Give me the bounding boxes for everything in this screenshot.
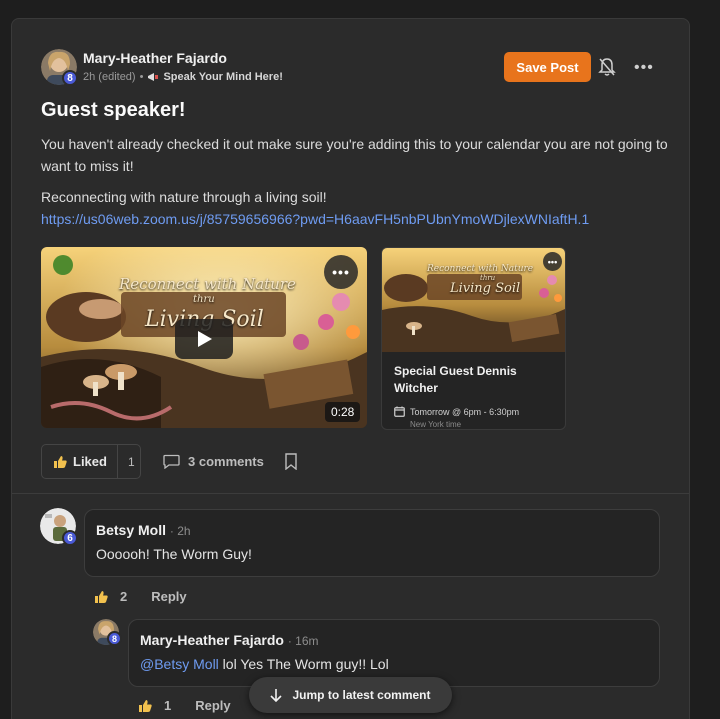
reply-text: @Betsy Moll lol Yes The Worm guy!! Lol: [140, 656, 389, 672]
play-button[interactable]: [175, 319, 233, 359]
reply-button[interactable]: Reply: [151, 589, 186, 604]
comment-author-row: Betsy Moll · 2h: [96, 522, 191, 538]
post-card: 8 Mary-Heather Fajardo 2h (edited) • Spe…: [11, 18, 690, 719]
comment-icon: [163, 454, 180, 469]
thumbs-up-icon: [54, 455, 67, 468]
author-level-badge: 8: [62, 70, 78, 86]
jump-label: Jump to latest comment: [292, 688, 431, 702]
mention-link[interactable]: @Betsy Moll: [140, 656, 219, 672]
comment-text: Oooooh! The Worm Guy!: [96, 546, 252, 562]
save-post-button[interactable]: Save Post: [504, 52, 591, 82]
comment-author[interactable]: Betsy Moll: [96, 522, 166, 538]
reply-author-row: Mary-Heather Fajardo · 16m: [140, 632, 319, 648]
video-thumb-title-line1: Reconnect with Nature: [119, 275, 296, 293]
post-author-name[interactable]: Mary-Heather Fajardo: [83, 50, 227, 66]
event-title[interactable]: Special Guest Dennis Witcher: [394, 363, 554, 397]
reply-time: · 16m: [287, 634, 319, 648]
post-more-options-icon[interactable]: •••: [634, 59, 654, 77]
comment-reactions: 2 Reply: [95, 589, 187, 604]
reply-like-count[interactable]: 1: [164, 698, 171, 713]
liked-label: Liked: [73, 454, 107, 469]
comment-like-count[interactable]: 2: [120, 589, 127, 604]
bell-icon[interactable]: [598, 57, 616, 77]
event-time: Tomorrow @ 6pm - 6:30pm: [410, 406, 520, 417]
event-card[interactable]: Reconnect with Nature thru Living Soil •…: [381, 247, 566, 430]
reply-author-level-badge: 8: [107, 631, 122, 646]
post-title: Guest speaker!: [41, 99, 186, 121]
thumbs-up-icon[interactable]: [95, 590, 108, 603]
like-button-group[interactable]: Liked 1: [41, 444, 141, 479]
zoom-link[interactable]: https://us06web.zoom.us/j/85759656966?pw…: [41, 211, 589, 227]
like-count[interactable]: 1: [118, 455, 135, 469]
event-more-icon[interactable]: •••: [543, 252, 562, 271]
comment-time: · 2h: [169, 524, 191, 538]
video-thumb-title-line2: thru: [193, 294, 215, 305]
reply-reactions: 1 Reply: [139, 698, 231, 713]
video-more-icon[interactable]: •••: [324, 255, 358, 289]
calendar-icon: [394, 406, 405, 417]
reply-text-body: lol Yes The Worm guy!! Lol: [218, 656, 389, 672]
bookmark-icon[interactable]: [284, 453, 298, 470]
reply-button[interactable]: Reply: [195, 698, 230, 713]
post-paragraph: Reconnecting with nature through a livin…: [41, 189, 327, 205]
event-time-row: Tomorrow @ 6pm - 6:30pm: [394, 406, 519, 417]
video-attachment[interactable]: Reconnect with Nature thru Living Soil •…: [41, 247, 367, 428]
comments-count-label: 3 comments: [188, 454, 264, 469]
event-thumb-title-line1: Reconnect with Nature: [427, 264, 534, 274]
comments-button[interactable]: 3 comments: [163, 454, 264, 469]
event-timezone: New York time: [410, 420, 462, 429]
post-category-link[interactable]: Speak Your Mind Here!: [163, 71, 282, 83]
reply-author[interactable]: Mary-Heather Fajardo: [140, 632, 284, 648]
megaphone-icon: [148, 73, 159, 81]
commenter-level-badge: 6: [62, 530, 78, 546]
liked-button[interactable]: Liked: [42, 445, 118, 478]
thumbs-up-icon[interactable]: [139, 699, 152, 712]
comments-divider: [12, 493, 689, 494]
post-body: You haven't already checked it out make …: [41, 136, 668, 174]
meta-separator: •: [139, 71, 144, 83]
event-thumb-title-line3: Living Soil: [450, 281, 521, 296]
post-time: 2h (edited): [83, 71, 136, 83]
comment-bubble: Betsy Moll · 2h Oooooh! The Worm Guy!: [84, 509, 660, 577]
jump-to-latest-button[interactable]: Jump to latest comment: [249, 677, 452, 713]
arrow-down-icon: [270, 689, 283, 702]
post-meta: 2h (edited) • Speak Your Mind Here!: [83, 71, 283, 83]
video-duration: 0:28: [325, 402, 361, 422]
